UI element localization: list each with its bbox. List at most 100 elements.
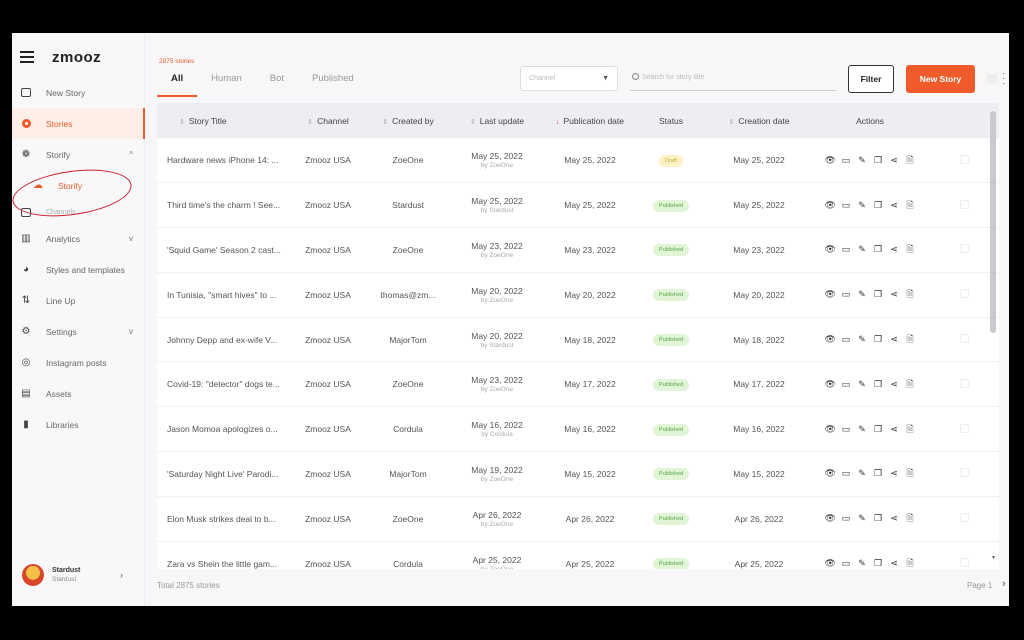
user-profile[interactable]: Stardust Stardust [22,564,80,586]
sidebar-item-storify[interactable]: ❁ Storify ^ [12,139,145,170]
row-checkbox[interactable] [959,468,969,478]
select-all-checkbox[interactable] [987,74,997,84]
preview-icon[interactable]: ▭ [841,468,852,479]
edit-icon[interactable]: ✎ [857,558,868,569]
duplicate-icon[interactable]: ❐ [873,334,884,345]
col-status[interactable]: Status [635,103,707,138]
duplicate-icon[interactable]: ❐ [873,244,884,255]
col-created-by[interactable]: ⇕ Created by [367,103,449,138]
share-icon[interactable]: ⋖ [889,244,900,255]
new-story-button[interactable]: New Story [906,65,975,93]
tab-published[interactable]: Published [298,69,368,97]
table-row[interactable]: Zara vs Shein the little gam... Zmooz USA… [157,541,999,569]
duplicate-icon[interactable]: ❐ [873,155,884,166]
view-icon[interactable]: 👁 [825,244,836,255]
duplicate-icon[interactable]: ❐ [873,424,884,435]
sidebar-item-new-story[interactable]: New Story [12,77,145,108]
scroll-down-icon[interactable]: ▼ [991,555,996,561]
edit-icon[interactable]: ✎ [857,379,868,390]
share-icon[interactable]: ⋖ [889,200,900,211]
view-icon[interactable]: 👁 [825,379,836,390]
view-icon[interactable]: 👁 [825,334,836,345]
table-row[interactable]: Third time's the charm ! See... Zmooz USA… [157,182,999,229]
preview-icon[interactable]: ▭ [841,334,852,345]
sidebar-item-channels[interactable]: Channels [12,201,145,223]
document-icon[interactable]: 🗎 [905,155,916,166]
table-scrollbar[interactable] [990,111,996,333]
tab-human[interactable]: Human [197,69,256,97]
share-icon[interactable]: ⋖ [889,334,900,345]
hamburger-menu-icon[interactable] [20,51,34,63]
share-icon[interactable]: ⋖ [889,379,900,390]
edit-icon[interactable]: ✎ [857,200,868,211]
duplicate-icon[interactable]: ❐ [873,558,884,569]
view-icon[interactable]: 👁 [825,558,836,569]
sidebar-item-styles[interactable]: ◕ Styles and templates [12,254,145,285]
view-icon[interactable]: 👁 [825,424,836,435]
preview-icon[interactable]: ▭ [841,244,852,255]
duplicate-icon[interactable]: ❐ [873,379,884,390]
edit-icon[interactable]: ✎ [857,289,868,300]
next-page-icon[interactable]: › [1002,578,1006,590]
cell-story-title[interactable]: Hardware news iPhone 14: ... [157,138,289,184]
edit-icon[interactable]: ✎ [857,334,868,345]
row-checkbox[interactable] [959,378,969,388]
row-checkbox[interactable] [959,513,969,523]
edit-icon[interactable]: ✎ [857,155,868,166]
edit-icon[interactable]: ✎ [857,244,868,255]
edit-icon[interactable]: ✎ [857,468,868,479]
view-icon[interactable]: 👁 [825,468,836,479]
cell-story-title[interactable]: 'Saturday Night Live' Parodi... [157,451,289,497]
more-options-icon[interactable]: · · · [1002,69,1005,89]
table-row[interactable]: Johnny Depp and ex-wife V... Zmooz USA Maj… [157,317,999,363]
col-creation-date[interactable]: ⇕ Creation date [707,103,811,138]
preview-icon[interactable]: ▭ [841,558,852,569]
preview-icon[interactable]: ▭ [841,200,852,211]
row-checkbox[interactable] [959,423,969,433]
document-icon[interactable]: 🗎 [905,200,916,211]
row-checkbox[interactable] [959,244,969,254]
table-row[interactable]: Elon Musk strikes deal to b... Zmooz USA Z… [157,496,999,542]
edit-icon[interactable]: ✎ [857,513,868,524]
row-checkbox[interactable] [959,558,969,568]
cell-story-title[interactable]: In Tunisia, "smart hives" to ... [157,272,289,318]
document-icon[interactable]: 🗎 [905,334,916,345]
preview-icon[interactable]: ▭ [841,513,852,524]
row-checkbox[interactable] [959,199,969,209]
share-icon[interactable]: ⋖ [889,289,900,300]
sidebar-item-lineup[interactable]: ⇅ Line Up [12,285,145,316]
row-checkbox[interactable] [959,289,969,299]
row-checkbox[interactable] [959,334,969,344]
share-icon[interactable]: ⋖ [889,424,900,435]
document-icon[interactable]: 🗎 [905,424,916,435]
document-icon[interactable]: 🗎 [905,468,916,479]
sidebar-item-instagram[interactable]: ◎ Instagram posts [12,347,145,378]
view-icon[interactable]: 👁 [825,513,836,524]
sidebar-item-stories[interactable]: Stories [12,108,145,139]
search-input[interactable]: Search for story title [630,66,836,91]
view-icon[interactable]: 👁 [825,289,836,300]
col-publication-date[interactable]: ↓ Publication date [545,103,635,138]
document-icon[interactable]: 🗎 [905,289,916,300]
cell-story-title[interactable]: Covid-19: "detector" dogs te... [157,361,289,408]
cell-story-title[interactable]: 'Squid Game' Season 2 cast... [157,227,289,273]
tab-all[interactable]: All [157,69,198,97]
view-icon[interactable]: 👁 [825,155,836,166]
document-icon[interactable]: 🗎 [905,379,916,390]
duplicate-icon[interactable]: ❐ [873,468,884,479]
document-icon[interactable]: 🗎 [905,513,916,524]
sidebar-item-settings[interactable]: ⚙ Settings v [12,316,145,347]
document-icon[interactable]: 🗎 [905,558,916,569]
cell-story-title[interactable]: Johnny Depp and ex-wife V... [157,317,289,363]
share-icon[interactable]: ⋖ [889,513,900,524]
share-icon[interactable]: ⋖ [889,558,900,569]
view-icon[interactable]: 👁 [825,200,836,211]
table-row[interactable]: In Tunisia, "smart hives" to ... Zmooz US… [157,272,999,318]
preview-icon[interactable]: ▭ [841,155,852,166]
table-row[interactable]: 'Squid Game' Season 2 cast... Zmooz USA Zo… [157,227,999,273]
channel-select[interactable]: Channel ▼ [520,66,618,91]
table-row[interactable]: Jason Momoa apologizes o... Zmooz USA Cord… [157,406,999,453]
document-icon[interactable]: 🗎 [905,244,916,255]
sidebar-subitem-storify[interactable]: ☁ Storify [12,170,145,201]
cell-story-title[interactable]: Elon Musk strikes deal to b... [157,496,289,542]
